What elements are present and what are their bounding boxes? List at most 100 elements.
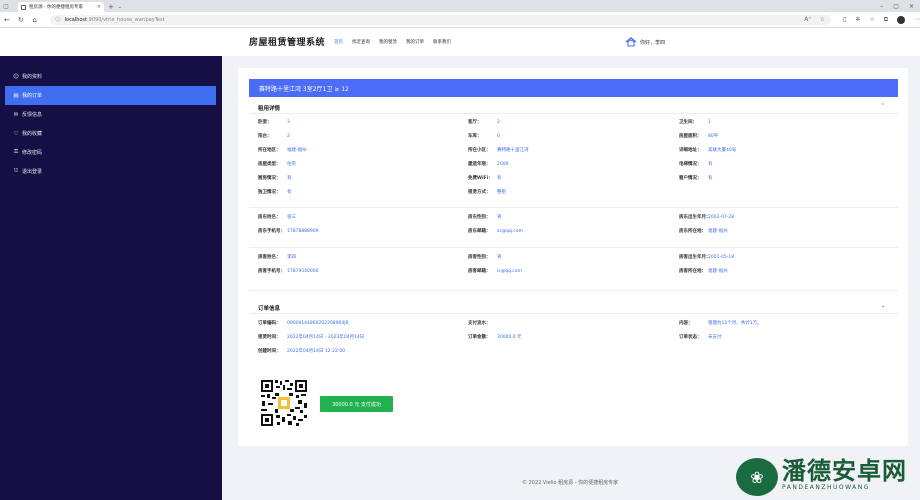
- order-detail-card: 赛特路十里江湾 3室2厅1卫 ≥ 12 租用详情 ⌃ 卧室： 3 客厅： 2 卫生间： 1…: [238, 68, 908, 446]
- page-footer: © 2022 Vielio 租房源 - 你的便捷租房专家: [522, 480, 619, 486]
- more-menu-icon[interactable]: ⋯: [914, 16, 920, 23]
- sidebar-item-label: 反馈信息: [22, 112, 43, 118]
- field-value: 整租: [497, 190, 506, 195]
- page-favicon-icon: [21, 4, 26, 10]
- home-icon[interactable]: ⌂: [28, 16, 42, 24]
- info-icon[interactable]: ⓘ: [56, 16, 61, 23]
- field-value: 美联大厦40号: [708, 148, 737, 153]
- pay-success-button[interactable]: 30000.0 元 支付成功: [320, 396, 393, 412]
- chevron-down-icon[interactable]: ⌄: [881, 303, 885, 309]
- detail-field: 详细地址： 美联大厦40号: [679, 147, 736, 153]
- field-label: 房客出生年月：: [679, 255, 711, 260]
- detail-field: 窗户情况： 有: [679, 175, 713, 181]
- field-label: 建造年限：: [468, 162, 491, 167]
- detail-field: 内容： 租期为12个月，共计1万。: [679, 320, 762, 326]
- sidebar-item-profile[interactable]: ☺ 我的资料: [5, 67, 216, 86]
- detail-field: 订单状态： 未支付: [679, 334, 722, 340]
- url-host: localhost: [64, 16, 87, 23]
- sidebar-item-feedback[interactable]: ✉ 反馈信息: [5, 105, 216, 124]
- detail-field: 电梯情况： 有: [679, 161, 713, 167]
- sidebar-item-logout[interactable]: ⎋ 退出登录: [5, 162, 216, 181]
- back-icon[interactable]: ←: [0, 16, 14, 24]
- url-path: :9090/vtrie_house_war/payTest: [87, 16, 165, 23]
- extensions-icon[interactable]: ✲: [855, 16, 860, 23]
- field-value: 有: [708, 176, 713, 181]
- sidebar-item-label: 我的资料: [22, 74, 43, 80]
- divider: [249, 290, 898, 291]
- detail-field: 房屋类型： 住宅: [258, 161, 296, 167]
- address-input[interactable]: ⓘ localhost:9090/vtrie_house_war/payTest…: [49, 14, 831, 25]
- sidebar-item-label: 我的收藏: [22, 131, 43, 137]
- watermark-title: 潘德安卓网: [782, 457, 907, 485]
- field-value: 09009144860202208964J6: [287, 321, 349, 326]
- detail-field: 卧室： 3: [258, 119, 290, 125]
- field-label: 厨房情况：: [258, 176, 281, 181]
- field-label: 房客邮箱：: [468, 269, 491, 274]
- detail-field: 创建时间： 2022年04月14日 12:22:00: [258, 348, 345, 354]
- detail-field: 房东所在地： 福建-福州: [679, 228, 728, 234]
- payment-qr-code: [260, 379, 308, 427]
- detail-field: 卫生间： 1: [679, 119, 711, 125]
- collections-icon[interactable]: ⧉: [884, 16, 888, 24]
- divider: [249, 247, 898, 248]
- maximize-icon[interactable]: ▢: [893, 3, 899, 10]
- nav-my-orders[interactable]: 我的订单: [406, 39, 424, 45]
- close-tab-icon[interactable]: ×: [97, 4, 101, 10]
- profile-avatar[interactable]: [897, 15, 905, 24]
- field-label: 订单编码：: [258, 321, 281, 326]
- field-label: 房东出生年月：: [679, 215, 711, 220]
- nav-search[interactable]: 找近查询: [352, 39, 370, 45]
- window-menu-icon[interactable]: ▢: [0, 0, 12, 12]
- field-label: 房东性别：: [468, 215, 491, 220]
- detail-field: 房东手机号： 17878888909: [258, 228, 319, 234]
- house-section-title: 租用详情: [258, 106, 281, 112]
- sidebar-item-password[interactable]: ⚿ 修改密码: [5, 143, 216, 162]
- site-logo[interactable]: 房屋租赁管理系统: [249, 35, 325, 48]
- sidebar-item-favorites[interactable]: ♡ 我的收藏: [5, 124, 216, 143]
- tab-list-icon[interactable]: ⌄: [118, 2, 122, 12]
- bookmark-star-icon[interactable]: ☆: [820, 16, 825, 23]
- field-value: 2: [497, 120, 500, 125]
- field-label: 卧室：: [258, 120, 272, 125]
- detail-field: 租赁方式： 整租: [468, 189, 506, 195]
- reload-icon[interactable]: ↻: [14, 16, 28, 24]
- field-value: zs@qq.com: [497, 229, 523, 234]
- browser-tab[interactable]: 租房源 - 你的便捷租房专家 ×: [18, 2, 104, 12]
- user-greeting: 你好，李四: [640, 39, 666, 46]
- nav-contact[interactable]: 联系我们: [433, 39, 451, 45]
- field-value: 男: [497, 215, 502, 220]
- chevron-up-icon[interactable]: ⌃: [881, 103, 885, 109]
- user-menu[interactable]: 你好，李四: [625, 37, 665, 47]
- field-value: 2: [287, 134, 290, 139]
- sidebar-item-label: 退出登录: [22, 169, 43, 175]
- field-value: 租期为12个月，共计1万。: [708, 321, 762, 326]
- sidebar-item-orders[interactable]: ▤ 我的订单: [5, 86, 216, 105]
- field-label: 房东手机号：: [258, 229, 285, 234]
- field-label: 支付流水：: [468, 321, 491, 326]
- favorites-icon[interactable]: ☆: [869, 16, 874, 23]
- favorite-icon: ♡: [13, 130, 19, 137]
- read-aloud-icon[interactable]: A⁺: [804, 16, 811, 23]
- detail-field: 房东姓名： 张三: [258, 214, 296, 220]
- field-label: 客厅：: [468, 120, 482, 125]
- nav-my-rentals[interactable]: 我的租赁: [379, 39, 397, 45]
- detail-field: 房客出生年月：2001-05-18: [679, 254, 734, 260]
- field-label: 房东邮箱：: [468, 229, 491, 234]
- nav-home[interactable]: 首页: [334, 39, 343, 45]
- field-label: 所在小区：: [468, 148, 491, 153]
- split-screen-icon[interactable]: ▯: [843, 16, 846, 23]
- tab-title: 租房源 - 你的便捷租房专家: [29, 5, 83, 10]
- detail-field: 厨房情况： 有: [258, 175, 292, 181]
- field-value: 福建-福州: [708, 229, 728, 234]
- field-label: 详细地址：: [679, 148, 702, 153]
- minimize-icon[interactable]: –: [880, 3, 883, 10]
- field-value: 30000.0 元: [497, 335, 522, 340]
- divider: [249, 113, 898, 114]
- field-value: 有: [287, 176, 292, 181]
- detail-field: 车库： 0: [468, 133, 500, 139]
- detail-field: 房客手机号： 17879540000: [258, 268, 319, 274]
- new-tab-icon[interactable]: +: [108, 2, 114, 12]
- close-window-icon[interactable]: ×: [909, 3, 914, 10]
- detail-field: 所在小区： 赛特路十里江湾: [468, 147, 529, 153]
- field-label: 创建时间：: [258, 349, 281, 354]
